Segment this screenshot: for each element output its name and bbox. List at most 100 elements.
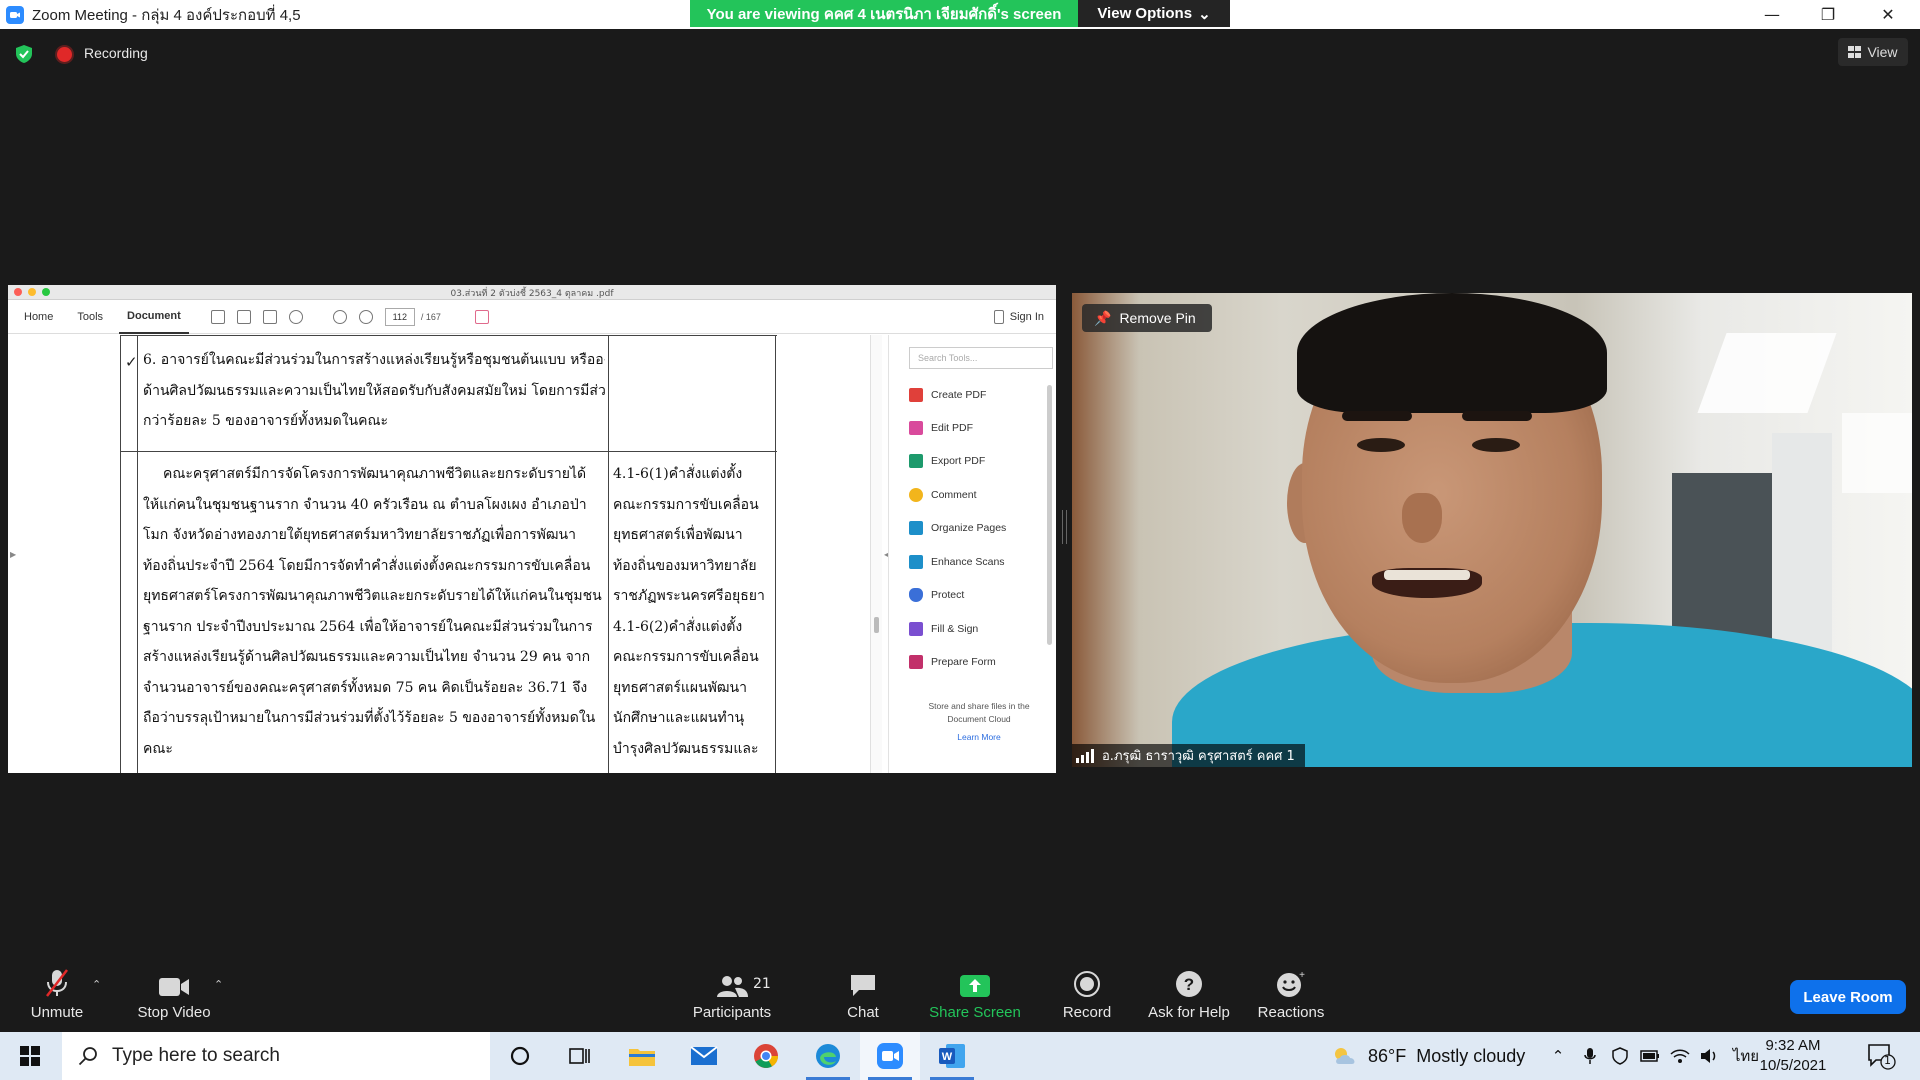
tab-home[interactable]: Home <box>16 300 61 334</box>
document-cloud-note: Store and share files in the Document Cl… <box>928 701 1030 724</box>
comment-icon <box>909 488 923 502</box>
print-icon[interactable] <box>236 309 251 324</box>
view-options-button[interactable]: View Options ⌄ <box>1078 0 1230 27</box>
acrobat-toolbar: Home Tools Document 112 / 167 Sign In <box>8 300 1056 334</box>
page-number-input[interactable]: 112 <box>384 307 415 326</box>
tool-edit-pdf[interactable]: Edit PDF <box>909 418 973 438</box>
share-screen-label: Share Screen <box>929 1004 1021 1021</box>
windows-logo-icon <box>20 1046 40 1066</box>
sign-in-icon <box>993 310 1004 324</box>
restore-button[interactable]: ❐ <box>1800 0 1856 29</box>
chevron-up-icon: ⌃ <box>1551 1047 1565 1065</box>
zoom-taskbar-app[interactable] <box>860 1032 920 1080</box>
record-label: Record <box>1062 1004 1112 1021</box>
notification-center-button[interactable]: 1 <box>1866 1042 1896 1070</box>
show-hidden-icons-button[interactable]: ⌃ <box>1544 1032 1572 1080</box>
folder-icon <box>629 1049 655 1066</box>
task-view-icon <box>569 1048 590 1064</box>
view-layout-button[interactable]: View <box>1838 38 1908 66</box>
ask-for-help-button[interactable]: ? Ask for Help <box>1134 968 1244 1028</box>
leave-room-button[interactable]: Leave Room <box>1790 980 1906 1014</box>
reactions-button[interactable]: + Reactions <box>1236 968 1346 1028</box>
participant-name: อ.ภรุฒิ ธาราวุฒิ ครุศาสตร์ คคศ 1 <box>1102 749 1295 764</box>
file-explorer-taskbar-app[interactable] <box>612 1032 672 1080</box>
page-down-icon[interactable] <box>358 309 373 324</box>
split-view-resize-handle[interactable] <box>1062 510 1067 544</box>
video-options-caret-icon[interactable]: ⌃ <box>214 978 223 991</box>
chrome-taskbar-app[interactable] <box>736 1032 796 1080</box>
word-taskbar-app[interactable]: W <box>922 1032 982 1080</box>
viewing-screen-banner: You are viewing คคศ 4 เนตรนิภา เจียมศักด… <box>690 0 1078 27</box>
tool-fill-sign[interactable]: Fill & Sign <box>909 619 978 639</box>
encryption-shield-icon[interactable] <box>14 44 34 64</box>
participant-video[interactable] <box>1072 293 1912 767</box>
taskbar-search-box[interactable]: Type here to search <box>62 1032 490 1080</box>
chrome-icon <box>754 1044 778 1068</box>
taskbar-clock[interactable]: 9:32 AM 10/5/2021 <box>1738 1036 1848 1076</box>
participants-label: Participants <box>692 1004 772 1021</box>
stop-video-button[interactable]: Stop Video <box>119 968 229 1028</box>
tool-enhance-scans[interactable]: Enhance Scans <box>909 552 1005 572</box>
volume-icon[interactable] <box>1696 1032 1724 1080</box>
edge-icon <box>816 1044 840 1068</box>
record-button[interactable]: Record <box>1032 968 1142 1028</box>
protect-shield-icon <box>909 588 923 602</box>
assessment-table: ✓ 6. อาจารย์ในคณะมีส่วนร่วมในการสร้างแหล… <box>120 335 777 773</box>
document-scrollbar[interactable] <box>870 335 882 773</box>
view-options-label: View Options <box>1097 5 1193 22</box>
task-view-button[interactable] <box>550 1032 610 1080</box>
word-icon: W <box>939 1044 965 1068</box>
minimize-button[interactable]: — <box>1744 0 1800 29</box>
share-screen-icon <box>959 968 991 998</box>
ask-for-help-label: Ask for Help <box>1148 1004 1230 1021</box>
clock-time: 9:32 AM <box>1765 1037 1821 1054</box>
svg-text:?: ? <box>1184 975 1194 994</box>
cortana-ring-icon <box>510 1046 530 1066</box>
security-tray-icon[interactable] <box>1606 1032 1634 1080</box>
remove-pin-button[interactable]: 📌 Remove Pin <box>1082 304 1212 332</box>
battery-icon[interactable] <box>1636 1032 1664 1080</box>
search-tools-input[interactable]: Search Tools... <box>909 347 1053 369</box>
unmute-button[interactable]: Unmute <box>2 968 112 1028</box>
help-question-icon: ? <box>1175 968 1203 998</box>
cortana-button[interactable] <box>490 1032 550 1080</box>
zoom-icon <box>877 1043 903 1069</box>
tool-organize-pages[interactable]: Organize Pages <box>909 518 1006 538</box>
tools-panel-scrollbar[interactable] <box>1047 385 1052 645</box>
pdf-document-page[interactable]: ▶ ✓ 6. อาจารย์ในคณะมีส่วนร่วมในการสร้างแ… <box>8 335 888 773</box>
share-screen-button[interactable]: Share Screen <box>920 968 1030 1028</box>
video-camera-icon <box>158 968 190 998</box>
tab-tools[interactable]: Tools <box>69 300 111 334</box>
page-up-icon[interactable] <box>332 309 347 324</box>
clock-date: 10/5/2021 <box>1759 1057 1827 1074</box>
tool-protect[interactable]: Protect <box>909 585 964 605</box>
tool-prepare-form[interactable]: Prepare Form <box>909 652 996 672</box>
edge-taskbar-app[interactable] <box>798 1032 858 1080</box>
start-button[interactable] <box>0 1032 60 1080</box>
save-icon[interactable] <box>210 309 225 324</box>
result-text: คณะครุศาสตร์มีการจัดโครงการพัฒนาคุณภาพชี… <box>143 466 602 757</box>
search-icon <box>78 1047 97 1066</box>
tab-document[interactable]: Document <box>119 300 189 334</box>
evidence-text: 4.1-6(1)คำสั่งแต่งตั้ง คณะกรรมการขับเคลื… <box>613 466 765 757</box>
tool-comment[interactable]: Comment <box>909 485 977 505</box>
mail-taskbar-app[interactable] <box>674 1032 734 1080</box>
windows-taskbar: Type here to search W 86°F Mostly cloudy… <box>0 1032 1920 1080</box>
audio-options-caret-icon[interactable]: ⌃ <box>92 978 101 991</box>
wifi-icon[interactable] <box>1666 1032 1694 1080</box>
chat-button[interactable]: Chat <box>808 968 918 1028</box>
sign-in-label: Sign In <box>1009 311 1044 323</box>
chat-bubble-icon <box>849 968 877 998</box>
sign-in-button[interactable]: Sign In <box>993 300 1044 334</box>
tool-create-pdf[interactable]: Create PDF <box>909 385 986 405</box>
tool-export-pdf[interactable]: Export PDF <box>909 451 985 471</box>
email-icon[interactable] <box>262 309 277 324</box>
form-tool-icon[interactable] <box>474 309 489 324</box>
learn-more-link[interactable]: Learn More <box>909 732 1049 742</box>
close-window-button[interactable]: ✕ <box>1860 0 1916 29</box>
collapse-left-arrow-icon[interactable]: ▶ <box>10 550 16 559</box>
shared-screen[interactable]: 03.ส่วนที่ 2 ตัวบ่งชี้ 2563_4 ตุลาคม .pd… <box>8 285 1056 773</box>
weather-widget[interactable]: 86°F Mostly cloudy <box>1332 1032 1525 1080</box>
microphone-tray-icon[interactable] <box>1576 1032 1604 1080</box>
search-icon[interactable] <box>288 309 303 324</box>
